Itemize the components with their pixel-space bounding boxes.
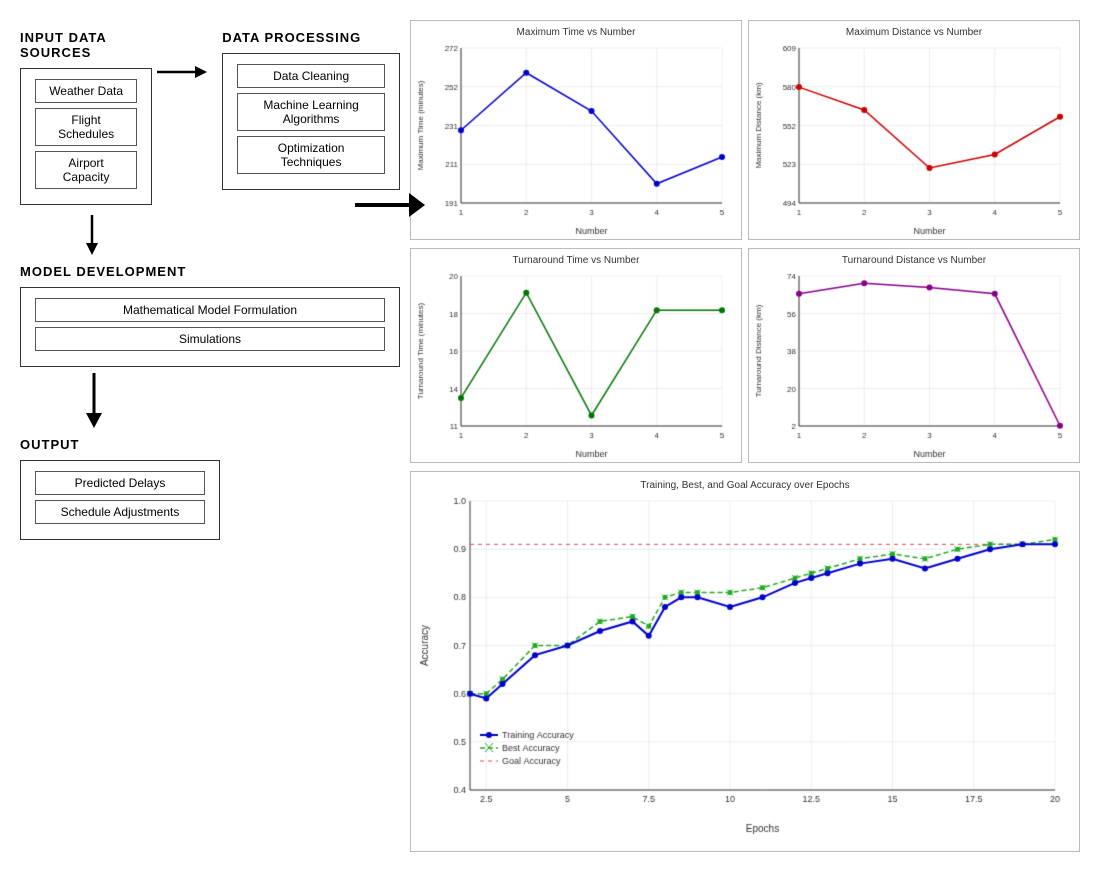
weather-data-item: Weather Data [35, 79, 137, 103]
arrow-down-1 [80, 215, 104, 260]
math-model-item: Mathematical Model Formulation [35, 298, 385, 322]
left-panel: INPUT DATA SOURCES Weather Data Flight S… [20, 20, 400, 852]
processing-box: Data Cleaning Machine Learning Algorithm… [222, 53, 400, 190]
chart-turnaround-distance-title: Turnaround Distance vs Number [751, 251, 1077, 266]
optimization-item: Optimization Techniques [237, 136, 385, 174]
model-section: MODEL DEVELOPMENT Mathematical Model For… [20, 264, 400, 367]
processing-label: DATA PROCESSING [222, 30, 400, 45]
chart-accuracy: Training, Best, and Goal Accuracy over E… [410, 471, 1080, 852]
middle-charts-row: Turnaround Time vs Number Turnaround Dis… [410, 248, 1080, 463]
input-label: INPUT DATA SOURCES [20, 30, 152, 60]
schedule-adjustments-item: Schedule Adjustments [35, 500, 205, 524]
arrow-down-2 [80, 373, 108, 433]
main-container: INPUT DATA SOURCES Weather Data Flight S… [0, 0, 1100, 872]
arrow-right [157, 60, 207, 84]
output-section: OUTPUT Predicted Delays Schedule Adjustm… [20, 437, 400, 540]
chart-max-distance-title: Maximum Distance vs Number [751, 23, 1077, 38]
flight-schedules-item: Flight Schedules [35, 108, 137, 146]
right-panel: Maximum Time vs Number Maximum Distance … [400, 20, 1080, 852]
chart-turnaround-time-title: Turnaround Time vs Number [413, 251, 739, 266]
model-box: Mathematical Model Formulation Simulatio… [20, 287, 400, 367]
chart-max-distance: Maximum Distance vs Number [748, 20, 1080, 240]
predicted-delays-item: Predicted Delays [35, 471, 205, 495]
processing-section: DATA PROCESSING Data Cleaning Machine Le… [222, 30, 400, 196]
output-box: Predicted Delays Schedule Adjustments [20, 460, 220, 540]
simulations-item: Simulations [35, 327, 385, 351]
chart-accuracy-title: Training, Best, and Goal Accuracy over E… [415, 476, 1075, 491]
chart-max-time: Maximum Time vs Number [410, 20, 742, 240]
top-charts-row: Maximum Time vs Number Maximum Distance … [410, 20, 1080, 240]
input-sources-section: INPUT DATA SOURCES Weather Data Flight S… [20, 30, 152, 211]
flow-group-input-processing: INPUT DATA SOURCES Weather Data Flight S… [20, 30, 400, 211]
data-cleaning-item: Data Cleaning [237, 64, 385, 88]
arrow-down-1-container [20, 215, 400, 260]
chart-turnaround-distance: Turnaround Distance vs Number [748, 248, 1080, 463]
input-box: Weather Data Flight Schedules Airport Ca… [20, 68, 152, 205]
model-label: MODEL DEVELOPMENT [20, 264, 400, 279]
ml-algorithms-item: Machine Learning Algorithms [237, 93, 385, 131]
airport-capacity-item: Airport Capacity [35, 151, 137, 189]
chart-max-time-title: Maximum Time vs Number [413, 23, 739, 38]
chart-turnaround-time: Turnaround Time vs Number [410, 248, 742, 463]
big-arrow-container [355, 185, 425, 230]
arrow-down-2-container [20, 373, 400, 433]
output-label: OUTPUT [20, 437, 400, 452]
